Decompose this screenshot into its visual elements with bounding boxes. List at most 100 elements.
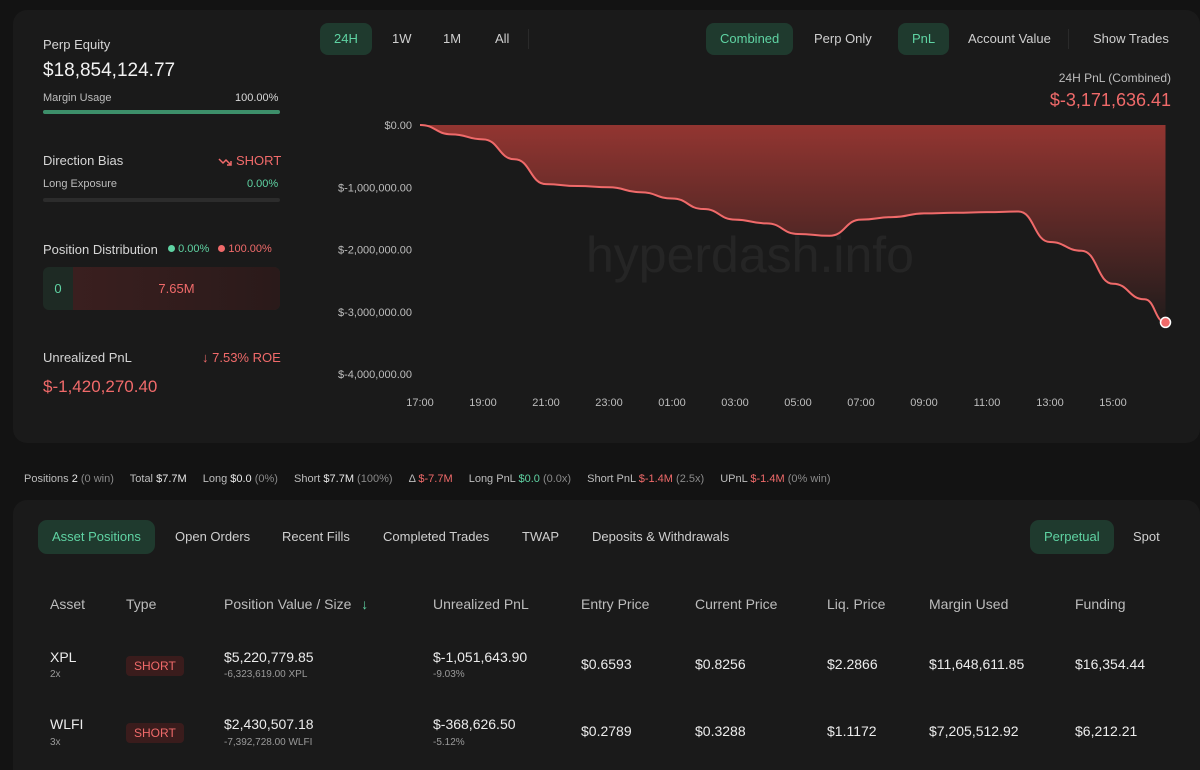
row-type-badge: SHORT [126, 656, 184, 676]
col-header-funding[interactable]: Funding [1075, 596, 1126, 612]
summary-long: Long $0.0 (0%) [203, 473, 278, 485]
margin-usage-value: 100.00% [235, 92, 279, 104]
unrealized-pnl-label: Unrealized PnL [43, 350, 132, 365]
tab-spot[interactable]: Spot [1119, 520, 1174, 554]
row-margin-used: $11,648,611.85 [929, 656, 1025, 672]
pnl-area [420, 125, 1166, 323]
row-upnl-pct: -9.03% [433, 669, 465, 680]
summary-total: Total $7.7M [130, 473, 187, 485]
view-combined-button[interactable]: Combined [706, 23, 794, 55]
x-tick-label: 07:00 [847, 397, 875, 409]
summary-upnl: UPnL $-1.4M (0% win) [720, 473, 830, 485]
watermark: hyperdash.info [586, 227, 914, 283]
summary-positions-note: (0 win) [80, 473, 114, 485]
view-account-value-button[interactable]: Account Value [954, 23, 1065, 55]
summary-delta-value: $-7.7M [418, 473, 453, 485]
col-header-type[interactable]: Type [126, 596, 156, 612]
row-current-price: $0.3288 [695, 723, 746, 739]
summary-long-note: (0%) [254, 473, 278, 485]
sort-down-icon: ↓ [361, 596, 369, 612]
perp-equity-value: $18,854,124.77 [43, 60, 176, 81]
col-header-entry-price[interactable]: Entry Price [581, 596, 649, 612]
divider [528, 29, 529, 49]
y-tick-label: $-3,000,000.00 [338, 307, 412, 319]
direction-bias-value: SHORT [236, 153, 282, 168]
trend-down-icon [218, 158, 232, 166]
row-leverage: 2x [50, 669, 61, 680]
row-size: -7,392,728.00 WLFI [224, 737, 313, 748]
summary-upnl-note: (0% win) [787, 473, 831, 485]
summary-short-value: $7.7M [323, 473, 354, 485]
x-tick-label: 17:00 [406, 397, 434, 409]
col-header-position-value-label: Position Value / Size [224, 596, 352, 612]
divider [1068, 29, 1069, 49]
x-tick-label: 03:00 [721, 397, 749, 409]
tab-twap[interactable]: TWAP [508, 520, 573, 554]
row-size: -6,323,619.00 XPL [224, 669, 308, 680]
summary-positions-value: 2 [71, 473, 78, 485]
dist-long-pct: 0.00% [178, 243, 210, 255]
y-tick-label: $-4,000,000.00 [338, 369, 412, 381]
roe-value: 7.53% ROE [212, 350, 281, 365]
tab-deposits-withdrawals[interactable]: Deposits & Withdrawals [578, 520, 743, 554]
y-tick-label: $0.00 [384, 120, 412, 132]
tab-perpetual[interactable]: Perpetual [1030, 520, 1114, 554]
summary-long-pnl: Long PnL $0.0 (0.0x) [469, 473, 571, 485]
pnl-chart[interactable]: hyperdash.info $0.00 $-1,000,000.00 $-2,00… [320, 100, 1190, 420]
dist-short-value: 7.65M [73, 267, 280, 310]
unrealized-pnl-value: $-1,420,270.40 [43, 377, 158, 396]
summary-short-pnl-value: $-1.4M [638, 473, 673, 485]
tab-recent-fills[interactable]: Recent Fills [268, 520, 364, 554]
pnl-end-point[interactable] [1159, 316, 1172, 329]
tab-open-orders[interactable]: Open Orders [161, 520, 264, 554]
view-pnl-button[interactable]: PnL [898, 23, 950, 55]
col-header-asset[interactable]: Asset [50, 596, 85, 612]
col-header-unrealized-pnl[interactable]: Unrealized PnL [433, 596, 529, 612]
long-exposure-label: Long Exposure [43, 178, 117, 190]
view-perp-only-button[interactable]: Perp Only [800, 23, 886, 55]
roe-indicator: ↓ 7.53% ROE [202, 350, 281, 365]
summary-strip: Positions 2 (0 win) Total $7.7M Long $0.… [24, 473, 844, 485]
col-header-liq-price[interactable]: Liq. Price [827, 596, 885, 612]
row-margin-used: $7,205,512.92 [929, 723, 1019, 739]
col-header-position-value[interactable]: Position Value / Size ↓ [224, 596, 368, 612]
range-tab-1m[interactable]: 1M [429, 23, 475, 55]
short-dot-icon [218, 245, 226, 252]
range-tab-24h[interactable]: 24H [320, 23, 372, 55]
summary-upnl-label: UPnL [720, 473, 748, 485]
x-tick-label: 23:00 [595, 397, 623, 409]
col-header-margin-used[interactable]: Margin Used [929, 596, 1008, 612]
show-trades-toggle[interactable]: Show Trades [1079, 23, 1183, 55]
row-type-badge: SHORT [126, 723, 184, 743]
tab-completed-trades[interactable]: Completed Trades [369, 520, 503, 554]
x-tick-label: 09:00 [910, 397, 938, 409]
position-distribution-bar: 0 7.65M [43, 267, 280, 310]
x-tick-label: 19:00 [469, 397, 497, 409]
row-asset[interactable]: WLFI [50, 716, 83, 732]
x-tick-label: 15:00 [1099, 397, 1127, 409]
chart-pnl-label: 24H PnL (Combined) [1058, 71, 1171, 85]
range-tab-all[interactable]: All [481, 23, 523, 55]
x-tick-label: 21:00 [532, 397, 560, 409]
summary-delta-label: Δ [408, 473, 416, 485]
x-tick-label: 05:00 [784, 397, 812, 409]
row-asset[interactable]: XPL [50, 649, 76, 665]
y-tick-label: $-2,000,000.00 [338, 245, 412, 257]
row-leverage: 3x [50, 737, 61, 748]
row-upnl-pct: -5.12% [433, 737, 465, 748]
position-distribution-legend: 0.00% 100.00% [168, 243, 272, 255]
row-entry-price: $0.2789 [581, 723, 632, 739]
row-entry-price: $0.6593 [581, 656, 632, 672]
long-exposure-value: 0.00% [247, 178, 279, 190]
summary-short: Short $7.7M (100%) [294, 473, 392, 485]
direction-bias-label: Direction Bias [43, 153, 124, 168]
range-tab-1w[interactable]: 1W [378, 23, 426, 55]
col-header-current-price[interactable]: Current Price [695, 596, 777, 612]
row-liq-price: $1.1172 [827, 723, 877, 739]
row-funding: $16,354.44 [1075, 656, 1146, 672]
row-liq-price: $2.2866 [827, 656, 878, 672]
long-exposure-bar [43, 198, 280, 202]
summary-short-pnl-note: (2.5x) [676, 473, 705, 485]
tab-asset-positions[interactable]: Asset Positions [38, 520, 155, 554]
row-funding: $6,212.21 [1075, 723, 1138, 739]
